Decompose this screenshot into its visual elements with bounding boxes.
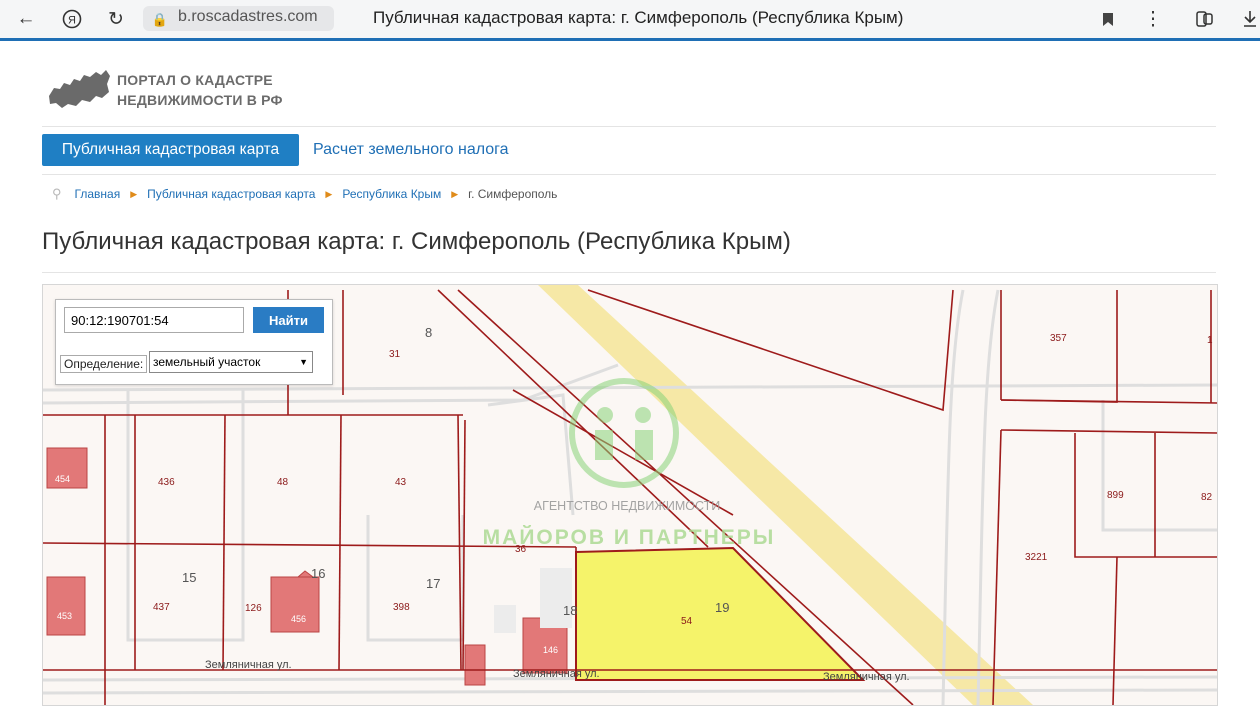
parcel-label: 8 bbox=[425, 325, 432, 340]
parcel-label: 43 bbox=[395, 477, 407, 488]
parcel-label: 19 bbox=[715, 600, 729, 615]
grey-building bbox=[540, 568, 572, 628]
logo-line-2: НЕДВИЖИМОСТИ В РФ bbox=[117, 92, 283, 108]
parcel-label: 437 bbox=[153, 602, 170, 613]
more-menu-icon[interactable]: ⋮ bbox=[1141, 7, 1165, 31]
cadastral-number-input[interactable] bbox=[64, 307, 244, 333]
breadcrumb-home[interactable]: Главная bbox=[75, 187, 121, 201]
parcel-label: 31 bbox=[389, 349, 401, 360]
title-divider bbox=[42, 272, 1216, 273]
parcel-label: 17 bbox=[426, 576, 440, 591]
url-text[interactable]: b.roscadastres.com bbox=[178, 8, 318, 26]
parcel-label: 82 bbox=[1201, 492, 1213, 503]
russia-map-logo-icon[interactable] bbox=[46, 66, 112, 110]
bookmark-icon[interactable] bbox=[1096, 7, 1120, 31]
nav-link-land-tax[interactable]: Расчет земельного налога bbox=[313, 141, 509, 159]
nav-tab-cadastral-map[interactable]: Публичная кадастровая карта bbox=[42, 134, 299, 166]
find-button[interactable]: Найти bbox=[253, 307, 324, 333]
parcel-label: 16 bbox=[311, 566, 325, 581]
parcel-label: 899 bbox=[1107, 490, 1124, 501]
street-label: Земляничная ул. bbox=[513, 668, 600, 680]
parcel-label: 357 bbox=[1050, 333, 1067, 344]
breadcrumb-crimea[interactable]: Республика Крым bbox=[342, 187, 441, 201]
download-icon[interactable] bbox=[1238, 7, 1260, 31]
parcel-label: 54 bbox=[681, 616, 693, 627]
grey-building bbox=[494, 605, 516, 633]
parcel-label: 146 bbox=[543, 645, 558, 655]
tab-title: Публичная кадастровая карта: г. Симфероп… bbox=[373, 8, 904, 27]
breadcrumb-cadastral-map[interactable]: Публичная кадастровая карта bbox=[147, 187, 315, 201]
browser-toolbar: ← Я ↻ 🔒 b.roscadastres.com Публичная кад… bbox=[0, 0, 1260, 39]
definition-label: Определение: bbox=[60, 355, 148, 373]
breadcrumb-current: г. Симферополь bbox=[468, 187, 558, 201]
parcel-label: 398 bbox=[393, 602, 410, 613]
site-logo-text[interactable]: ПОРТАЛ О КАДАСТРЕ НЕДВИЖИМОСТИ В РФ bbox=[117, 70, 283, 110]
breadcrumb-separator-icon: ▶ bbox=[451, 188, 459, 199]
parcel-label: 3221 bbox=[1025, 552, 1048, 563]
lock-icon: 🔒 bbox=[151, 12, 169, 27]
street-label: Земляничная ул. bbox=[205, 659, 292, 671]
parcel-label: 1 bbox=[1207, 335, 1213, 346]
breadcrumb: ⚲ Главная ▶ Публичная кадастровая карта … bbox=[52, 186, 557, 202]
watermark-text-name: МАЙОРОВ И ПАРТНЕРЫ bbox=[483, 525, 776, 549]
definition-select[interactable]: земельный участок ▼ bbox=[149, 351, 313, 373]
parcel-label: 436 bbox=[158, 477, 175, 488]
parcel-label: 15 bbox=[182, 570, 196, 585]
parcel-label: 48 bbox=[277, 477, 289, 488]
definition-value: земельный участок bbox=[153, 355, 261, 369]
page-title: Публичная кадастровая карта: г. Симфероп… bbox=[42, 228, 791, 255]
location-pin-icon: ⚲ bbox=[52, 186, 62, 201]
parcel-label: 36 bbox=[515, 544, 527, 555]
parcel-label: 454 bbox=[55, 474, 70, 484]
back-arrow-icon[interactable]: ← bbox=[14, 7, 38, 31]
watermark-text-agency: АГЕНТСТВО НЕДВИЖИМОСТИ bbox=[534, 499, 721, 513]
header-divider bbox=[42, 126, 1216, 127]
page-load-bar bbox=[0, 38, 1260, 41]
parcel-label: 456 bbox=[291, 614, 306, 624]
chevron-down-icon: ▼ bbox=[299, 357, 308, 367]
cadastral-map[interactable]: АГЕНТСТВО НЕДВИЖИМОСТИ МАЙОРОВ И ПАРТНЕР… bbox=[42, 284, 1218, 706]
collections-icon[interactable] bbox=[1193, 7, 1217, 31]
parcel-label: 126 bbox=[245, 603, 262, 614]
parcel-label: 18 bbox=[563, 603, 577, 618]
svg-text:Я: Я bbox=[68, 15, 76, 27]
street-label: Земляничная ул. bbox=[823, 671, 910, 683]
parcel-label: 453 bbox=[57, 611, 72, 621]
logo-line-1: ПОРТАЛ О КАДАСТРЕ bbox=[117, 72, 273, 88]
reload-icon[interactable]: ↻ bbox=[104, 7, 128, 31]
breadcrumb-separator-icon: ▶ bbox=[130, 188, 138, 199]
nav-divider bbox=[42, 174, 1216, 175]
yandex-icon[interactable]: Я bbox=[60, 7, 84, 31]
breadcrumb-separator-icon: ▶ bbox=[325, 188, 333, 199]
map-search-panel: Найти Определение: земельный участок ▼ bbox=[55, 299, 333, 385]
